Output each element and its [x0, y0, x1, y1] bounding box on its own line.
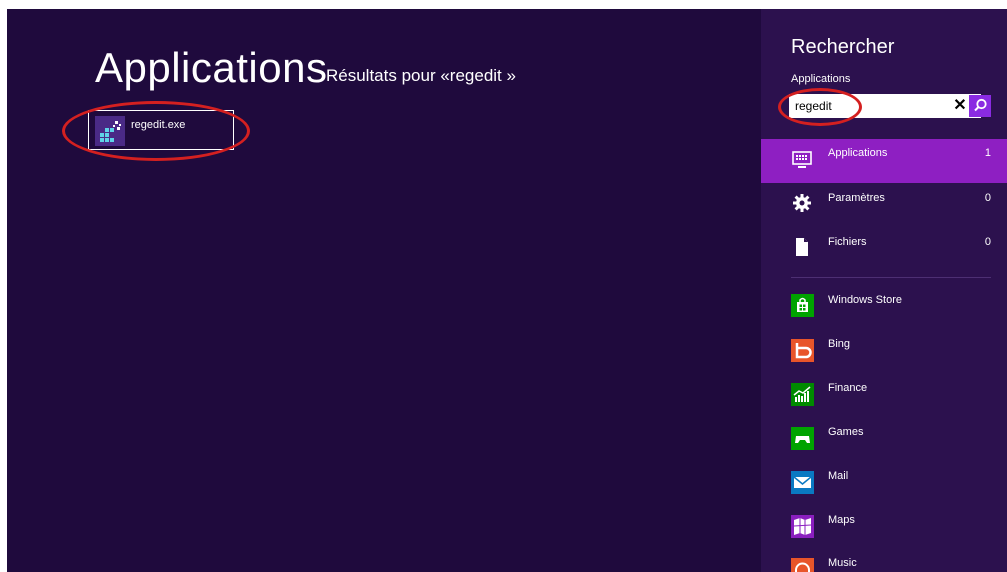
divider — [791, 277, 991, 278]
bing-b-icon — [791, 339, 814, 362]
map-icon — [791, 515, 814, 538]
result-tile-regedit[interactable]: regedit.exe — [88, 110, 234, 150]
app-label: Maps — [828, 514, 855, 526]
page-title: Applications — [95, 44, 328, 91]
results-for-label: Résultats pour «regedit » — [326, 66, 516, 85]
app-label: Bing — [828, 338, 851, 350]
category-parametres[interactable]: Paramètres 0 — [761, 187, 1007, 231]
search-box: ✕ — [789, 94, 991, 118]
app-item-bing[interactable]: Bing — [761, 336, 1007, 380]
search-icon — [974, 98, 987, 112]
app-item-maps[interactable]: Maps — [761, 512, 1007, 556]
category-fichiers[interactable]: Fichiers 0 — [761, 231, 1007, 275]
category-label: Applications — [828, 147, 888, 159]
search-scope-label: Applications — [791, 73, 851, 85]
app-label: Music — [828, 557, 857, 569]
store-bag-icon — [791, 294, 814, 317]
result-label: regedit.exe — [131, 119, 186, 131]
app-label: Windows Store — [828, 294, 902, 306]
search-input[interactable] — [795, 94, 935, 118]
start-search-screen: Applications Résultats pour «regedit » r… — [7, 9, 1007, 572]
headphones-icon — [791, 558, 814, 572]
finance-chart-icon — [791, 383, 814, 406]
app-item-mail[interactable]: Mail — [761, 468, 1007, 512]
app-item-windows-store[interactable]: Windows Store — [761, 292, 1007, 336]
registry-editor-icon — [95, 116, 125, 146]
app-item-music[interactable]: Music — [761, 555, 1007, 572]
category-applications[interactable]: Applications 1 — [761, 139, 1007, 183]
category-count: 0 — [984, 236, 991, 248]
category-label: Fichiers — [828, 236, 867, 248]
envelope-icon — [791, 471, 814, 494]
clear-search-button[interactable]: ✕ — [949, 95, 971, 117]
search-charm: Rechercher Applications ✕ — [761, 9, 1007, 572]
app-item-finance[interactable]: Finance — [761, 380, 1007, 424]
gamepad-icon — [791, 427, 814, 450]
gear-icon — [791, 192, 813, 214]
app-label: Finance — [828, 382, 868, 394]
category-count: 0 — [984, 192, 991, 204]
search-button[interactable] — [969, 95, 991, 117]
app-label: Games — [828, 426, 864, 438]
category-label: Paramètres — [828, 192, 885, 204]
keyboard-monitor-icon — [791, 149, 813, 171]
document-icon — [791, 236, 813, 258]
app-label: Mail — [828, 470, 849, 482]
charm-title: Rechercher — [791, 36, 895, 58]
category-count: 1 — [984, 147, 991, 159]
app-item-games[interactable]: Games — [761, 424, 1007, 468]
